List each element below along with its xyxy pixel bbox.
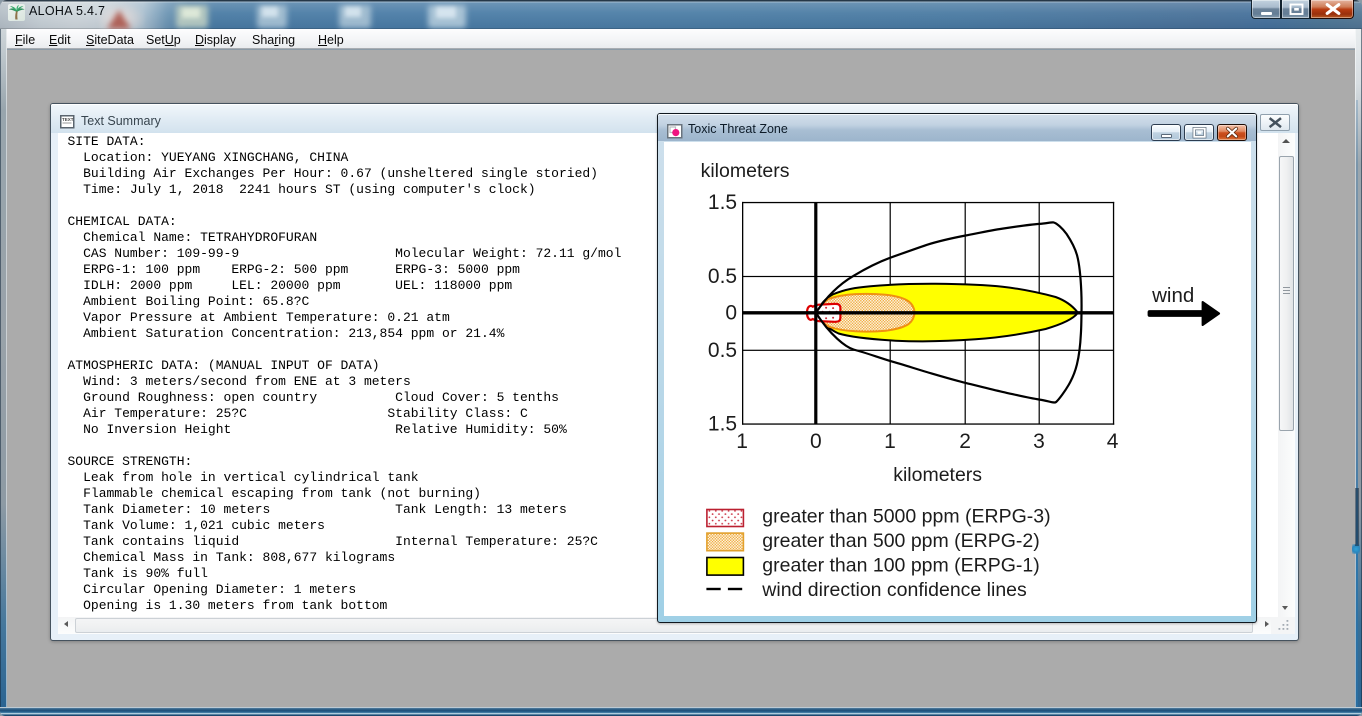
svg-text:1.5: 1.5 <box>708 191 737 214</box>
svg-text:0: 0 <box>725 302 737 325</box>
svg-text:greater than 100 ppm (ERPG-1): greater than 100 ppm (ERPG-1) <box>762 554 1039 576</box>
svg-text:0.5: 0.5 <box>708 339 737 362</box>
svg-text:greater than 500 ppm (ERPG-2): greater than 500 ppm (ERPG-2) <box>762 530 1039 552</box>
svg-text:kilometers: kilometers <box>893 464 982 486</box>
svg-text:1: 1 <box>736 430 748 453</box>
svg-text:greater than 5000 ppm (ERPG-3): greater than 5000 ppm (ERPG-3) <box>762 506 1050 528</box>
svg-text:wind direction confidence line: wind direction confidence lines <box>761 579 1027 601</box>
svg-text:4: 4 <box>1107 430 1119 453</box>
svg-text:0: 0 <box>810 430 822 453</box>
svg-text:wind: wind <box>1151 284 1194 307</box>
svg-text:kilometers: kilometers <box>701 160 790 182</box>
svg-text:1.5: 1.5 <box>708 413 737 436</box>
svg-text:TEXT: TEXT <box>62 117 74 122</box>
svg-text:2: 2 <box>959 430 971 453</box>
svg-text:0.5: 0.5 <box>708 265 737 288</box>
svg-text:1: 1 <box>884 430 896 453</box>
svg-text:3: 3 <box>1033 430 1045 453</box>
